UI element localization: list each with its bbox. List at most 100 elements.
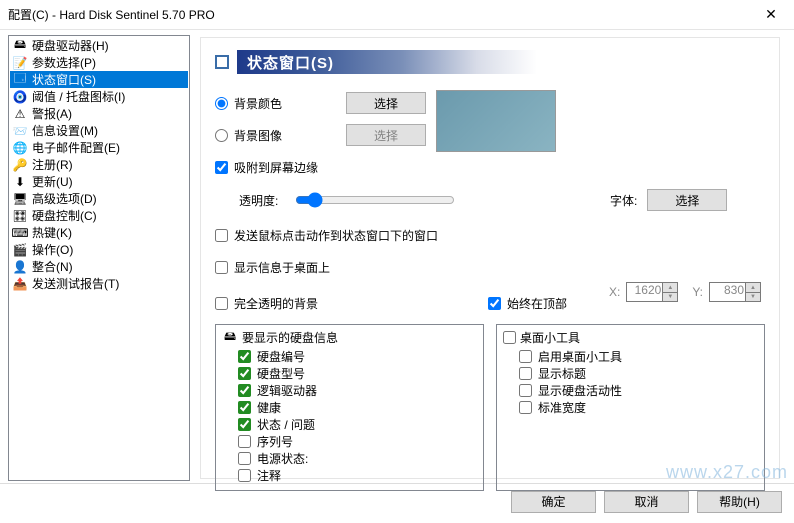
disk-info-item-label: 硬盘编号 xyxy=(257,348,305,365)
sidebar-item[interactable]: 🌐电子邮件配置(E) xyxy=(10,139,188,156)
gadget-item[interactable]: 显示硬盘活动性 xyxy=(519,382,758,398)
bg-image-label: 背景图像 xyxy=(234,127,282,144)
opacity-slider[interactable] xyxy=(295,188,455,212)
gadget-item[interactable]: 显示标题 xyxy=(519,365,758,381)
gadget-master-checkbox[interactable] xyxy=(503,331,516,344)
send-mouse-label: 发送鼠标点击动作到状态窗口下的窗口 xyxy=(234,227,438,244)
main-panel: 状态窗口(S) 背景颜色 选择 背景图像 选择 xyxy=(190,35,786,481)
disk-info-item[interactable]: 健康 xyxy=(238,399,477,415)
disk-info-title: 要显示的硬盘信息 xyxy=(242,329,338,346)
sidebar-item[interactable]: 🖥高级选项(D) xyxy=(10,190,188,207)
disk-info-item[interactable]: 逻辑驱动器 xyxy=(238,382,477,398)
close-button[interactable]: ✕ xyxy=(756,5,786,25)
sidebar-item[interactable]: 🖴硬盘驱动器(H) xyxy=(10,37,188,54)
snap-edge-label: 吸附到屏幕边缘 xyxy=(234,159,318,176)
bg-color-select-button[interactable]: 选择 xyxy=(346,92,426,114)
snap-edge-checkbox[interactable]: 吸附到屏幕边缘 xyxy=(215,159,318,176)
opacity-label: 透明度: xyxy=(239,192,285,209)
sidebar-icon: 🌐 xyxy=(12,140,28,156)
gadget-item-label: 标准宽度 xyxy=(538,399,586,416)
help-button[interactable]: 帮助(H) xyxy=(697,491,782,513)
bg-color-radio[interactable]: 背景颜色 xyxy=(215,95,282,112)
disk-info-item-label: 状态 / 问题 xyxy=(257,416,315,433)
cancel-button[interactable]: 取消 xyxy=(604,491,689,513)
gadget-item-label: 显示硬盘活动性 xyxy=(538,382,622,399)
status-window-icon xyxy=(215,55,229,69)
sidebar-label: 电子邮件配置(E) xyxy=(32,139,120,156)
show-desktop-label: 显示信息于桌面上 xyxy=(234,259,330,276)
disk-info-item[interactable]: 注释 xyxy=(238,467,477,483)
disk-info-item-label: 健康 xyxy=(257,399,281,416)
sidebar-label: 硬盘控制(C) xyxy=(32,207,97,224)
sidebar-label: 参数选择(P) xyxy=(32,54,96,71)
sidebar-item[interactable]: 📤发送测试报告(T) xyxy=(10,275,188,292)
gadget-pane: 桌面小工具 启用桌面小工具显示标题显示硬盘活动性标准宽度 xyxy=(496,324,765,491)
disk-info-item[interactable]: 硬盘编号 xyxy=(238,348,477,364)
disk-info-item-label: 电源状态: xyxy=(257,450,308,467)
disk-info-item-label: 注释 xyxy=(257,467,281,484)
sidebar-item[interactable]: 🧿阈值 / 托盘图标(I) xyxy=(10,88,188,105)
sidebar-label: 更新(U) xyxy=(32,173,73,190)
sidebar-item[interactable]: ⚠警报(A) xyxy=(10,105,188,122)
sidebar-label: 硬盘驱动器(H) xyxy=(32,37,109,54)
content-area: 🖴硬盘驱动器(H)📝参数选择(P)🗔状态窗口(S)🧿阈值 / 托盘图标(I)⚠警… xyxy=(0,30,794,483)
disk-info-item-label: 序列号 xyxy=(257,433,293,450)
bg-image-select-button: 选择 xyxy=(346,124,426,146)
disk-info-item[interactable]: 状态 / 问题 xyxy=(238,416,477,432)
sidebar-label: 警报(A) xyxy=(32,105,72,122)
disk-info-pane: 🖴 要显示的硬盘信息 硬盘编号硬盘型号逻辑驱动器健康状态 / 问题序列号电源状态… xyxy=(215,324,484,491)
disk-info-item-label: 逻辑驱动器 xyxy=(257,382,317,399)
sidebar: 🖴硬盘驱动器(H)📝参数选择(P)🗔状态窗口(S)🧿阈值 / 托盘图标(I)⚠警… xyxy=(8,35,190,481)
sidebar-label: 信息设置(M) xyxy=(32,122,98,139)
disk-info-item-label: 硬盘型号 xyxy=(257,365,305,382)
sidebar-label: 整合(N) xyxy=(32,258,73,275)
sidebar-icon: 🎛 xyxy=(12,208,28,224)
gadget-item[interactable]: 标准宽度 xyxy=(519,399,758,415)
gadget-item[interactable]: 启用桌面小工具 xyxy=(519,348,758,364)
bg-color-label: 背景颜色 xyxy=(234,95,282,112)
show-desktop-checkbox[interactable]: 显示信息于桌面上 xyxy=(215,259,330,276)
gadget-item-label: 显示标题 xyxy=(538,365,586,382)
section-title: 状态窗口(S) xyxy=(247,52,334,73)
sidebar-label: 热键(K) xyxy=(32,224,72,241)
disk-info-item[interactable]: 序列号 xyxy=(238,433,477,449)
spin-up-icon[interactable]: ▲ xyxy=(663,283,677,292)
sidebar-label: 注册(R) xyxy=(32,156,73,173)
sidebar-icon: 📨 xyxy=(12,123,28,139)
font-label: 字体: xyxy=(610,192,637,209)
ok-button[interactable]: 确定 xyxy=(511,491,596,513)
sidebar-label: 阈值 / 托盘图标(I) xyxy=(32,88,125,105)
sidebar-item[interactable]: 📝参数选择(P) xyxy=(10,54,188,71)
sidebar-icon: ⌨ xyxy=(12,225,28,241)
disk-info-item[interactable]: 硬盘型号 xyxy=(238,365,477,381)
titlebar: 配置(C) - Hard Disk Sentinel 5.70 PRO ✕ xyxy=(0,0,794,30)
sidebar-label: 高级选项(D) xyxy=(32,190,97,207)
bg-image-radio[interactable]: 背景图像 xyxy=(215,127,282,144)
sidebar-item[interactable]: ⌨热键(K) xyxy=(10,224,188,241)
disk-info-item[interactable]: 电源状态: xyxy=(238,450,477,466)
sidebar-icon: 📤 xyxy=(12,276,28,292)
sidebar-icon: 🧿 xyxy=(12,89,28,105)
sidebar-item[interactable]: 🔑注册(R) xyxy=(10,156,188,173)
send-mouse-checkbox[interactable]: 发送鼠标点击动作到状态窗口下的窗口 xyxy=(215,227,438,244)
sidebar-item[interactable]: 🎛硬盘控制(C) xyxy=(10,207,188,224)
sidebar-icon: 👤 xyxy=(12,259,28,275)
transparent-bg-checkbox[interactable]: 完全透明的背景 xyxy=(215,295,318,312)
sidebar-icon: 🗔 xyxy=(12,72,28,88)
sidebar-icon: 🖥 xyxy=(12,191,28,207)
gadget-title: 桌面小工具 xyxy=(520,329,580,346)
sidebar-item[interactable]: 📨信息设置(M) xyxy=(10,122,188,139)
sidebar-icon: ⬇ xyxy=(12,174,28,190)
sidebar-label: 操作(O) xyxy=(32,241,73,258)
sidebar-item[interactable]: 👤整合(N) xyxy=(10,258,188,275)
gadget-item-label: 启用桌面小工具 xyxy=(538,348,622,365)
sidebar-item[interactable]: 🗔状态窗口(S) xyxy=(10,71,188,88)
sidebar-icon: 🔑 xyxy=(12,157,28,173)
font-select-button[interactable]: 选择 xyxy=(647,189,727,211)
sidebar-item[interactable]: ⬇更新(U) xyxy=(10,173,188,190)
section-header: 状态窗口(S) xyxy=(215,50,765,74)
sidebar-item[interactable]: 🎬操作(O) xyxy=(10,241,188,258)
always-top-checkbox[interactable]: 始终在顶部 xyxy=(488,295,567,312)
spin-up-icon[interactable]: ▲ xyxy=(746,283,760,292)
disk-icon: 🖴 xyxy=(222,330,238,346)
